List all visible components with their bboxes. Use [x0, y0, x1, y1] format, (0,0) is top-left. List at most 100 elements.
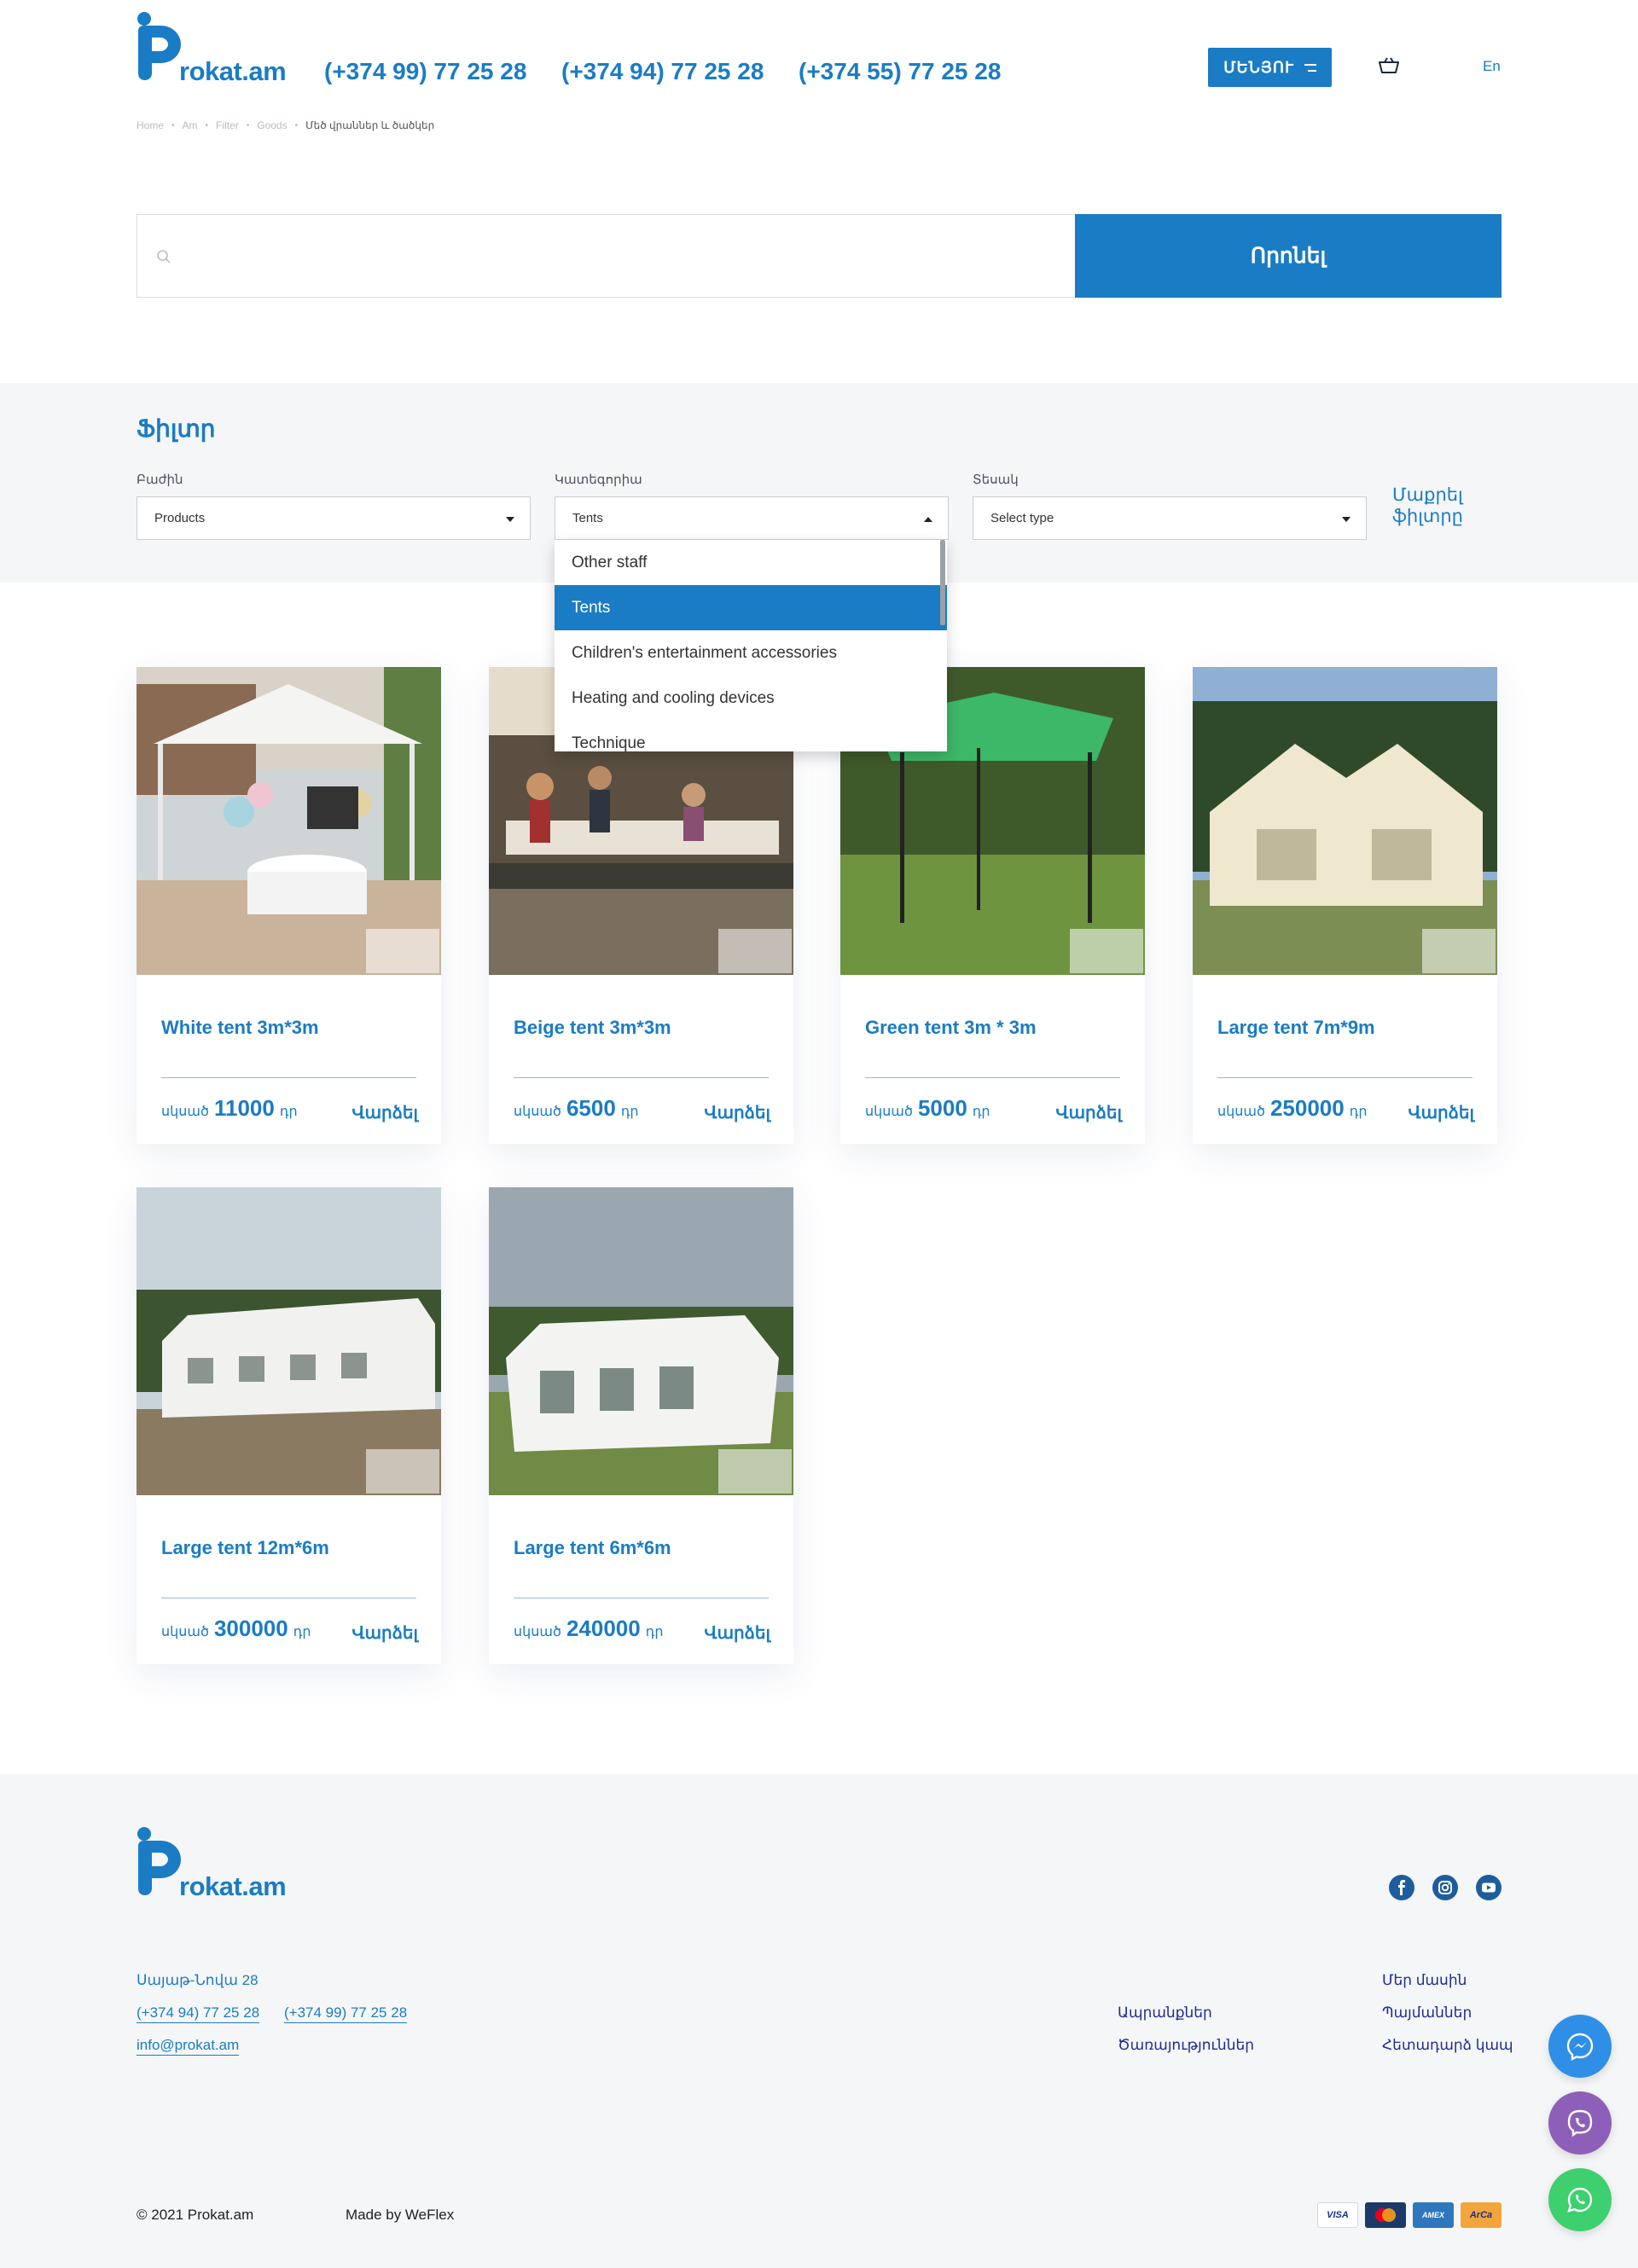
breadcrumb-goods[interactable]: Goods: [257, 119, 287, 131]
youtube-icon[interactable]: [1476, 1875, 1502, 1900]
footer-email[interactable]: info@prokat.am: [136, 2037, 240, 2056]
header-phone-3[interactable]: (+374 55) 77 25 28: [799, 58, 1001, 85]
dropdown-option[interactable]: Technique: [555, 721, 947, 751]
section-select[interactable]: Products: [136, 496, 531, 540]
category-label: Կատեգորիա: [555, 473, 642, 487]
breadcrumb-home[interactable]: Home: [136, 119, 164, 131]
rent-button[interactable]: Վարձել: [705, 1102, 771, 1123]
breadcrumb-current: Մեծ վրաններ և ծածկեր: [305, 119, 435, 131]
dropdown-scrollbar[interactable]: [940, 540, 945, 625]
price-value: 5000: [917, 1095, 967, 1121]
search-input[interactable]: [189, 215, 1059, 297]
caret-down-icon: [1342, 517, 1350, 522]
breadcrumb-am[interactable]: Am: [183, 119, 198, 131]
breadcrumb-filter[interactable]: Filter: [216, 119, 239, 131]
mastercard-icon: [1365, 2202, 1406, 2228]
facebook-icon[interactable]: [1389, 1875, 1414, 1900]
product-title[interactable]: Beige tent 3m*3m: [514, 1017, 671, 1039]
product-card[interactable]: Large tent 6m*6m սկսած 240000 դր Վարձել: [489, 1187, 793, 1664]
whatsapp-icon[interactable]: [1548, 2168, 1612, 2231]
price-currency: դր: [645, 1625, 664, 1639]
amex-icon: AMEX: [1413, 2202, 1454, 2228]
price-value: 250000: [1269, 1095, 1345, 1121]
hamburger-icon: [1304, 63, 1316, 72]
product-card[interactable]: Large tent 7m*9m սկսած 250000 դր Վարձել: [1193, 667, 1497, 1144]
price-currency: դր: [279, 1105, 298, 1119]
product-card[interactable]: White tent 3m*3m սկսած 11000 դր Վարձել: [136, 667, 441, 1144]
footer-logo[interactable]: rokat.am: [136, 1827, 287, 1901]
price-prefix: սկսած: [865, 1105, 913, 1119]
footer-link-contact[interactable]: Հետադարձ կապ: [1382, 2037, 1513, 2054]
footer-link-services[interactable]: Ծառայություններ: [1118, 2037, 1254, 2054]
product-title[interactable]: Green tent 3m * 3m: [865, 1017, 1037, 1039]
product-image[interactable]: [1193, 667, 1497, 975]
type-select[interactable]: Select type: [973, 496, 1367, 540]
footer-phone-2[interactable]: (+374 99) 77 25 28: [284, 2004, 408, 2023]
price-currency: դր: [620, 1105, 639, 1119]
product-price: սկսած 250000 դր: [1217, 1095, 1367, 1122]
divider: [514, 1077, 769, 1078]
copyright: © 2021 Prokat.am: [136, 2207, 254, 2223]
footer-link-terms[interactable]: Պայմաններ: [1382, 2004, 1472, 2021]
price-prefix: սկսած: [161, 1625, 209, 1639]
dropdown-option[interactable]: Heating and cooling devices: [555, 676, 947, 721]
rent-button[interactable]: Վարձել: [352, 1622, 419, 1644]
header-phone-2[interactable]: (+374 94) 77 25 28: [561, 58, 764, 85]
product-card[interactable]: Large tent 12m*6m սկսած 300000 դր Վարձել: [136, 1187, 441, 1664]
footer-link-products[interactable]: Ապրանքներ: [1118, 2004, 1212, 2021]
watermark-logo: [366, 1449, 439, 1494]
breadcrumb-separator: •: [246, 120, 250, 131]
product-image[interactable]: [136, 667, 441, 975]
footer-logo-text: rokat.am: [179, 1871, 287, 1901]
search-bar: [136, 214, 1076, 298]
category-select[interactable]: Tents: [555, 496, 949, 540]
price-prefix: սկսած: [161, 1105, 209, 1119]
product-title[interactable]: White tent 3m*3m: [161, 1017, 319, 1039]
product-price: սկսած 11000 դր: [161, 1095, 298, 1122]
menu-label: ՄԵՆՅՈՒ: [1223, 58, 1294, 76]
product-price: սկսած 300000 դր: [161, 1615, 311, 1642]
price-currency: դր: [972, 1105, 990, 1119]
breadcrumb-separator: •: [205, 120, 209, 131]
instagram-icon[interactable]: [1432, 1875, 1458, 1900]
watermark-logo: [1070, 929, 1143, 973]
rent-button[interactable]: Վարձել: [1409, 1102, 1475, 1123]
made-by-link[interactable]: Made by WeFlex: [346, 2207, 454, 2224]
menu-button[interactable]: ՄԵՆՅՈՒ: [1208, 48, 1332, 87]
footer-link-about[interactable]: Մեր մասին: [1382, 1972, 1467, 1989]
product-title[interactable]: Large tent 7m*9m: [1217, 1017, 1375, 1039]
dropdown-option[interactable]: Other staff: [555, 540, 947, 585]
caret-up-icon: [924, 517, 932, 522]
product-image[interactable]: [489, 1187, 793, 1495]
search-button[interactable]: Որոնել: [1075, 214, 1502, 298]
product-title[interactable]: Large tent 6m*6m: [514, 1537, 671, 1559]
product-price: սկսած 5000 դր: [865, 1095, 990, 1122]
logo-text: rokat.am: [179, 56, 287, 86]
caret-down-icon: [506, 517, 514, 522]
dropdown-option[interactable]: Children's entertainment accessories: [555, 630, 947, 676]
watermark-logo: [718, 929, 792, 973]
dropdown-option-selected[interactable]: Tents: [555, 585, 947, 630]
header-phone-1[interactable]: (+374 99) 77 25 28: [324, 58, 526, 85]
rent-button[interactable]: Վարձել: [352, 1102, 419, 1123]
breadcrumb-separator: •: [294, 120, 299, 131]
footer-phone-1[interactable]: (+374 94) 77 25 28: [136, 2004, 260, 2023]
product-image[interactable]: [136, 1187, 441, 1495]
rent-button[interactable]: Վարձել: [705, 1622, 771, 1644]
divider: [161, 1077, 416, 1078]
messenger-icon[interactable]: [1548, 2015, 1612, 2078]
site-logo[interactable]: rokat.am: [136, 12, 287, 86]
clear-filter-link[interactable]: Մաքրել ֆիլտրը: [1392, 484, 1486, 527]
cart-icon[interactable]: [1378, 56, 1400, 75]
section-label: Բաժին: [136, 473, 183, 487]
divider: [865, 1077, 1120, 1078]
product-title[interactable]: Large tent 12m*6m: [161, 1537, 329, 1559]
viber-icon[interactable]: [1548, 2091, 1612, 2155]
type-label: Տեսակ: [973, 473, 1019, 487]
price-prefix: սկսած: [514, 1625, 561, 1639]
filter-title: Ֆիլտր: [136, 415, 216, 442]
language-switch[interactable]: En: [1483, 58, 1501, 75]
breadcrumb: Home • Am • Filter • Goods • Մեծ վրաններ…: [136, 119, 434, 131]
rent-button[interactable]: Վարձել: [1056, 1102, 1123, 1123]
watermark-logo: [718, 1449, 792, 1494]
